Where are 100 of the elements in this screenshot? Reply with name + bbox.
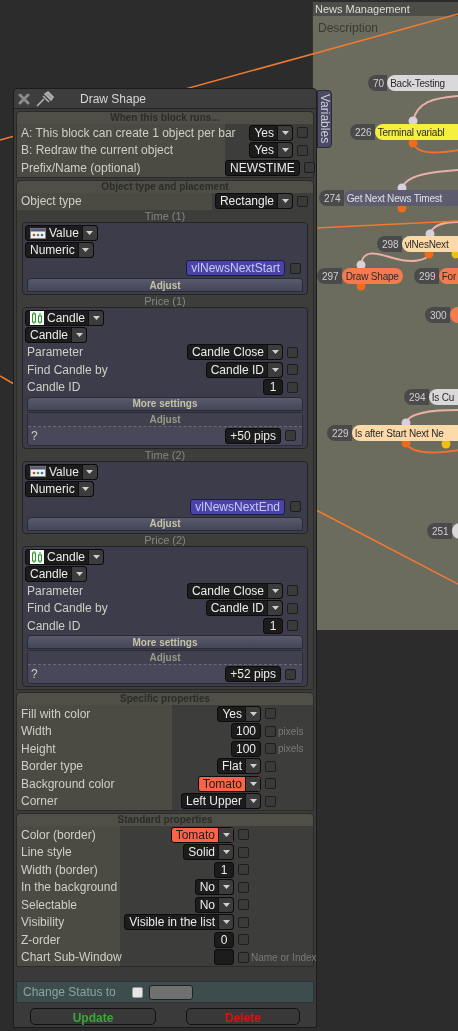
dropdown[interactable]: Visible in the list [124, 914, 234, 931]
node-label[interactable]: vlNesNext [401, 236, 458, 252]
caret-icon [249, 764, 257, 769]
checkbox[interactable] [265, 795, 276, 807]
node-id: 229 [327, 425, 352, 441]
field-label: Chart Sub-Window [21, 949, 122, 967]
checkbox[interactable] [238, 899, 249, 911]
adjust-button[interactable]: More settings [27, 635, 303, 649]
text-field[interactable]: 0 [214, 931, 234, 948]
dropdown[interactable]: Candle [25, 548, 105, 565]
caret-icon [75, 571, 83, 576]
checkbox[interactable] [238, 846, 249, 858]
text-field[interactable] [214, 949, 234, 966]
checkbox[interactable] [238, 916, 249, 928]
checkbox[interactable] [131, 986, 143, 998]
caret-icon [92, 316, 100, 320]
caret-icon [222, 850, 230, 855]
node-label[interactable]: For [438, 268, 458, 284]
checkbox[interactable] [287, 585, 298, 597]
checkbox[interactable] [265, 708, 276, 720]
node-label[interactable]: Is after Start Next Ne [351, 425, 458, 441]
checkbox[interactable] [287, 346, 298, 358]
variable-chip[interactable]: vlNewsNextEnd [190, 498, 285, 515]
dropdown[interactable]: Yes [249, 142, 293, 159]
node-label[interactable]: Terminal variabl [374, 124, 458, 140]
node-id: 300 [425, 307, 450, 323]
node-label[interactable]: Back-Testing [387, 75, 458, 91]
text-field[interactable]: 100 [230, 723, 261, 740]
dropdown[interactable]: Candle ID [205, 600, 283, 617]
checkbox[interactable] [238, 864, 249, 876]
field-label: B: Redraw the current object [21, 142, 174, 160]
caret-icon [222, 832, 230, 837]
text-field[interactable]: NEWSTIME [225, 159, 300, 176]
checkbox[interactable] [297, 195, 308, 207]
checkbox[interactable] [287, 602, 298, 614]
text-field[interactable]: 1 [263, 379, 283, 396]
caret-icon [86, 469, 94, 474]
checkbox[interactable] [303, 162, 315, 174]
checkbox[interactable] [285, 668, 296, 680]
dropdown[interactable]: Tomato [197, 775, 261, 792]
dropdown[interactable]: Candle [25, 565, 88, 582]
dropdown[interactable]: Candle [25, 310, 105, 326]
update-button[interactable]: Update [30, 1008, 156, 1025]
checkbox[interactable] [265, 778, 276, 790]
node-label[interactable]: Draw Shape [341, 268, 403, 284]
checkbox[interactable] [265, 743, 276, 755]
status-field[interactable] [148, 984, 193, 1000]
dropdown[interactable]: Solid [183, 844, 234, 861]
dropdown[interactable]: No [194, 879, 234, 896]
checkbox[interactable] [238, 881, 249, 893]
dropdown[interactable]: Numeric [25, 242, 94, 258]
checkbox[interactable] [290, 262, 301, 274]
text-field[interactable]: 100 [230, 740, 261, 757]
panel-title: News Management [313, 2, 458, 16]
field-label: ? [31, 666, 38, 683]
field-label: Candle ID [27, 379, 81, 397]
text-field[interactable]: +52 pips [225, 666, 281, 682]
dropdown[interactable]: Rectangle [214, 193, 293, 210]
checkbox[interactable] [297, 127, 308, 139]
dropdown[interactable]: Flat [217, 758, 261, 775]
checkbox[interactable] [287, 364, 298, 376]
checkbox[interactable] [238, 951, 249, 963]
adjust-button[interactable]: Adjust [27, 516, 303, 531]
dropdown[interactable]: Candle Close [186, 344, 283, 361]
dropdown[interactable]: Value [25, 463, 98, 480]
dropdown[interactable]: Candle [25, 327, 88, 343]
checkbox[interactable] [265, 760, 276, 772]
node-label[interactable] [451, 523, 458, 539]
caret-icon [82, 486, 90, 491]
dropdown[interactable]: Left Upper [180, 793, 261, 810]
checkbox[interactable] [285, 430, 296, 441]
dropdown[interactable]: Candle ID [205, 361, 283, 378]
node-label[interactable] [449, 307, 458, 323]
dropdown[interactable]: Yes [217, 705, 261, 722]
dropdown[interactable]: Numeric [25, 480, 94, 497]
text-field[interactable]: 1 [214, 861, 234, 878]
dropdown[interactable]: No [194, 896, 234, 913]
checkbox[interactable] [265, 725, 276, 737]
checkbox[interactable] [238, 934, 249, 946]
text-field[interactable]: +50 pips [225, 427, 281, 444]
checkbox[interactable] [287, 381, 298, 393]
checkbox[interactable] [287, 620, 298, 632]
adjust-button[interactable]: Adjust [27, 278, 303, 292]
value-icon [30, 227, 46, 239]
dropdown[interactable]: Tomato [170, 826, 234, 843]
text-field[interactable]: 1 [263, 617, 283, 634]
node-label[interactable]: Is Cu [428, 389, 458, 405]
checkbox[interactable] [238, 829, 249, 841]
checkbox[interactable] [290, 501, 301, 512]
dropdown[interactable]: Value [25, 225, 98, 241]
adjust-button[interactable]: More settings [27, 396, 303, 411]
close-icon[interactable] [18, 92, 30, 105]
variable-chip[interactable]: vlNewsNextStart [186, 260, 285, 276]
dropdown[interactable]: Candle Close [186, 582, 283, 599]
pin-icon[interactable] [36, 90, 54, 107]
variables-tab[interactable]: Variables [317, 90, 332, 148]
caret-icon [86, 231, 94, 235]
checkbox[interactable] [297, 144, 308, 156]
dropdown[interactable]: Yes [249, 124, 293, 141]
node-label[interactable]: Get Next News Timest [343, 190, 458, 206]
